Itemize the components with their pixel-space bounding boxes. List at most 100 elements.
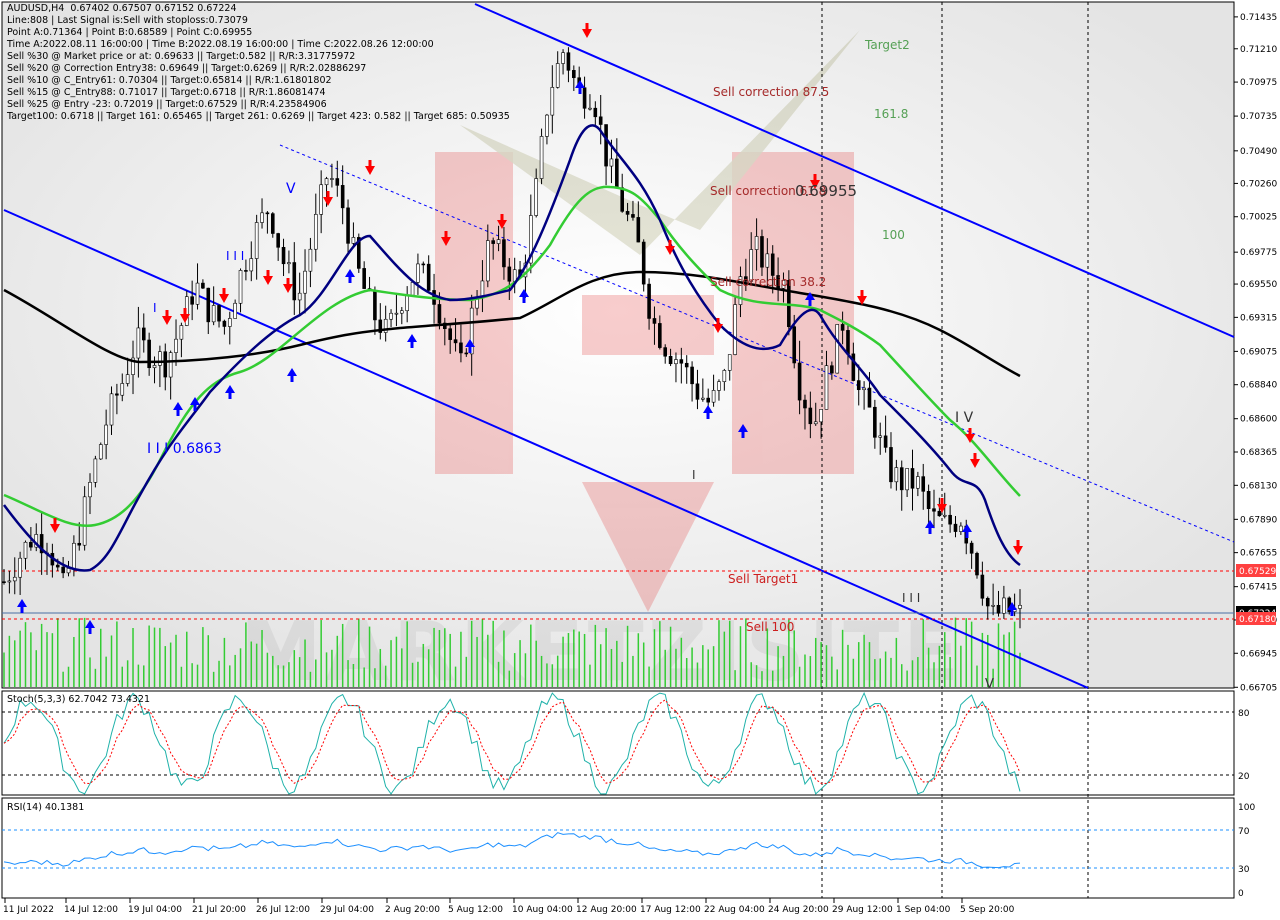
time-tick-label: 24 Aug 20:00 bbox=[768, 905, 829, 915]
info-line: Sell %25 @ Entry -23: 0.72019 || Target:… bbox=[7, 99, 327, 110]
rsi-axis-30: 30 bbox=[1238, 865, 1250, 875]
candle-body bbox=[206, 287, 211, 323]
candle-body bbox=[152, 365, 157, 369]
stoch-label: Stoch(5,3,3) 62.7042 73.4321 bbox=[7, 694, 151, 705]
candle-body bbox=[29, 541, 33, 548]
candle-body bbox=[668, 355, 673, 365]
candle-body bbox=[77, 542, 82, 546]
wave-iii-value-label: I I I 0.6863 bbox=[147, 441, 222, 457]
time-tick-label: 26 Jul 12:00 bbox=[256, 905, 310, 915]
candle-body bbox=[18, 557, 22, 578]
candle-body bbox=[910, 468, 915, 489]
candle-body bbox=[555, 63, 560, 88]
candle-body bbox=[201, 282, 205, 289]
target2-label: Target2 bbox=[864, 38, 910, 52]
candle-body bbox=[803, 399, 807, 409]
candle-body bbox=[211, 305, 216, 323]
candle-body bbox=[593, 107, 598, 118]
candle-body bbox=[1002, 597, 1006, 614]
candle-body bbox=[840, 324, 845, 331]
candle-body bbox=[899, 467, 904, 491]
candle-body bbox=[835, 324, 840, 374]
candle-body bbox=[862, 387, 866, 391]
price-tick-label: 0.69775 bbox=[1240, 248, 1277, 258]
price-tick-label: 0.67415 bbox=[1240, 583, 1277, 593]
candle-body bbox=[426, 263, 431, 291]
candle-body bbox=[926, 491, 931, 509]
candle-body bbox=[174, 338, 178, 353]
sell-100-label: Sell 100 bbox=[746, 620, 794, 634]
candle-body bbox=[770, 253, 775, 276]
candle-body bbox=[464, 352, 469, 355]
candle-body bbox=[158, 351, 162, 366]
candle-body bbox=[496, 239, 501, 244]
time-tick-label: 22 Aug 04:00 bbox=[704, 905, 765, 915]
candle-body bbox=[727, 354, 732, 371]
candle-body bbox=[346, 207, 350, 244]
fib-161-label: 161.8 bbox=[874, 107, 908, 121]
candle-body bbox=[991, 604, 995, 607]
candle-body bbox=[883, 435, 888, 448]
candle-body bbox=[797, 362, 802, 401]
price-tick-label: 0.69315 bbox=[1240, 313, 1277, 323]
candle-body bbox=[308, 248, 313, 272]
candle-body bbox=[233, 302, 237, 319]
candle-body bbox=[980, 574, 985, 599]
info-line: Sell %30 @ Market price or at: 0.69633 |… bbox=[7, 51, 356, 62]
candle-body bbox=[281, 247, 286, 265]
wave-v-low-label: V bbox=[985, 677, 994, 692]
candle-body bbox=[459, 342, 463, 354]
price-tick-label: 0.68840 bbox=[1240, 381, 1277, 391]
candle-body bbox=[512, 269, 517, 282]
candle-body bbox=[684, 362, 689, 368]
candle-body bbox=[270, 213, 275, 234]
price-tick-label: 0.69550 bbox=[1240, 280, 1277, 290]
wave-i-label: I bbox=[153, 301, 157, 315]
candle-body bbox=[969, 542, 974, 554]
candle-body bbox=[23, 541, 28, 559]
candle-body bbox=[260, 212, 264, 223]
candle-body bbox=[507, 266, 512, 282]
candle-body bbox=[491, 240, 495, 244]
candle-body bbox=[12, 576, 17, 582]
candle-body bbox=[136, 327, 141, 359]
candle-body bbox=[82, 496, 87, 546]
candle-body bbox=[287, 262, 291, 265]
sell-correction-382-label: Sell correction 38.2 bbox=[710, 275, 826, 289]
time-axis: 11 Jul 2022 14 Jul 12:00 19 Jul 04:00 21 Ju… bbox=[3, 898, 1015, 915]
candle-body bbox=[733, 304, 737, 355]
candle-body bbox=[948, 514, 952, 525]
time-tick-label: 1 Sep 04:00 bbox=[896, 905, 951, 915]
wave-iii-label: I I I bbox=[226, 249, 244, 263]
candle-body bbox=[437, 304, 442, 324]
candle-body bbox=[147, 339, 151, 369]
candle-body bbox=[765, 253, 770, 268]
candle-body bbox=[539, 136, 544, 179]
candle-body bbox=[647, 283, 651, 319]
candle-body bbox=[141, 327, 146, 341]
price-tick-label: 0.71210 bbox=[1240, 45, 1277, 55]
point-c-value-label: 0.69955 bbox=[795, 182, 857, 200]
candle-body bbox=[867, 387, 872, 408]
candle-body bbox=[830, 365, 834, 374]
candle-body bbox=[72, 542, 76, 569]
candle-body bbox=[448, 328, 452, 340]
candle-body bbox=[690, 366, 694, 385]
candle-body bbox=[792, 326, 797, 364]
rsi-axis-0: 0 bbox=[1238, 889, 1244, 899]
rsi-axis-70: 70 bbox=[1238, 827, 1250, 837]
candle-body bbox=[88, 482, 92, 498]
candle-body bbox=[340, 185, 345, 209]
chart-canvas[interactable]: MARKETZISITE Target2 161.8 100 Sell corr… bbox=[0, 0, 1280, 920]
candle-body bbox=[631, 214, 635, 218]
candle-body bbox=[389, 312, 393, 320]
candle-body bbox=[502, 239, 506, 268]
candle-body bbox=[663, 347, 668, 357]
info-line: Time A:2022.08.11 16:00:00 | Time B:2022… bbox=[7, 39, 434, 50]
candle-body bbox=[717, 381, 721, 391]
candle-body bbox=[190, 296, 194, 305]
candle-body bbox=[1018, 604, 1022, 609]
candle-body bbox=[706, 397, 711, 403]
sell-target1-label: Sell Target1 bbox=[728, 572, 798, 586]
time-tick-label: 10 Aug 04:00 bbox=[512, 905, 573, 915]
